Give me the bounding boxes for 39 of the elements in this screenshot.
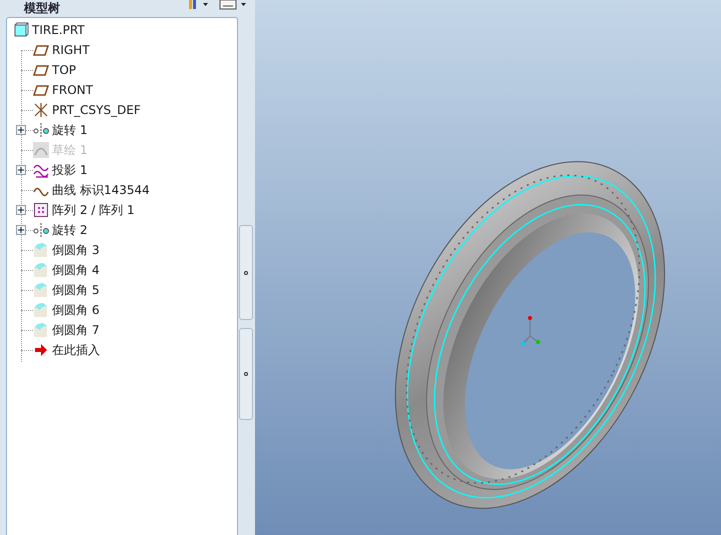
tree-item[interactable]: 旋转 1 (52, 122, 88, 138)
sketch-icon (33, 142, 49, 158)
revolve-icon (33, 122, 49, 138)
tree-item[interactable]: 倒圆角 5 (52, 282, 100, 298)
tree-item[interactable]: 倒圆角 4 (52, 262, 100, 278)
expand-toggle[interactable] (16, 225, 26, 235)
round-icon (33, 262, 49, 278)
round-icon (33, 282, 49, 298)
tree-item[interactable]: 曲线 标识143544 (52, 182, 150, 198)
panel-title: 模型树 (24, 2, 60, 14)
tree-item[interactable]: 倒圆角 3 (52, 242, 100, 258)
tree-item[interactable]: 阵列 2 / 阵列 1 (52, 202, 135, 218)
tree-item[interactable]: TIRE.PRT (32, 23, 85, 37)
insert-arrow-icon (33, 342, 49, 358)
projection-icon (33, 162, 49, 178)
axis-triad-icon (521, 316, 540, 346)
pattern-icon (33, 202, 49, 218)
tree-item[interactable]: 倒圆角 6 (52, 302, 100, 318)
show-menu-icon[interactable] (187, 0, 209, 10)
splitter-handle[interactable] (239, 225, 253, 320)
tree-item[interactable]: 投影 1 (52, 162, 88, 178)
tree-item[interactable]: TOP (52, 63, 76, 77)
revolve-icon (33, 222, 49, 238)
settings-menu-icon[interactable] (219, 0, 247, 10)
tree-item[interactable]: FRONT (52, 83, 93, 97)
expand-toggle[interactable] (16, 125, 26, 135)
expand-toggle[interactable] (16, 205, 26, 215)
splitter-handle[interactable] (239, 328, 253, 420)
round-icon (33, 302, 49, 318)
tree-item[interactable]: 旋转 2 (52, 222, 88, 238)
tree-item[interactable]: RIGHT (52, 43, 90, 57)
tree-item[interactable]: PRT_CSYS_DEF (52, 103, 141, 117)
tree-item[interactable]: 倒圆角 7 (52, 322, 100, 338)
part-icon (13, 22, 29, 38)
expand-toggle[interactable] (16, 165, 26, 175)
tree-item[interactable]: 在此插入 (52, 342, 100, 358)
round-icon (33, 242, 49, 258)
coordinate-system-icon (33, 102, 49, 118)
round-icon (33, 322, 49, 338)
